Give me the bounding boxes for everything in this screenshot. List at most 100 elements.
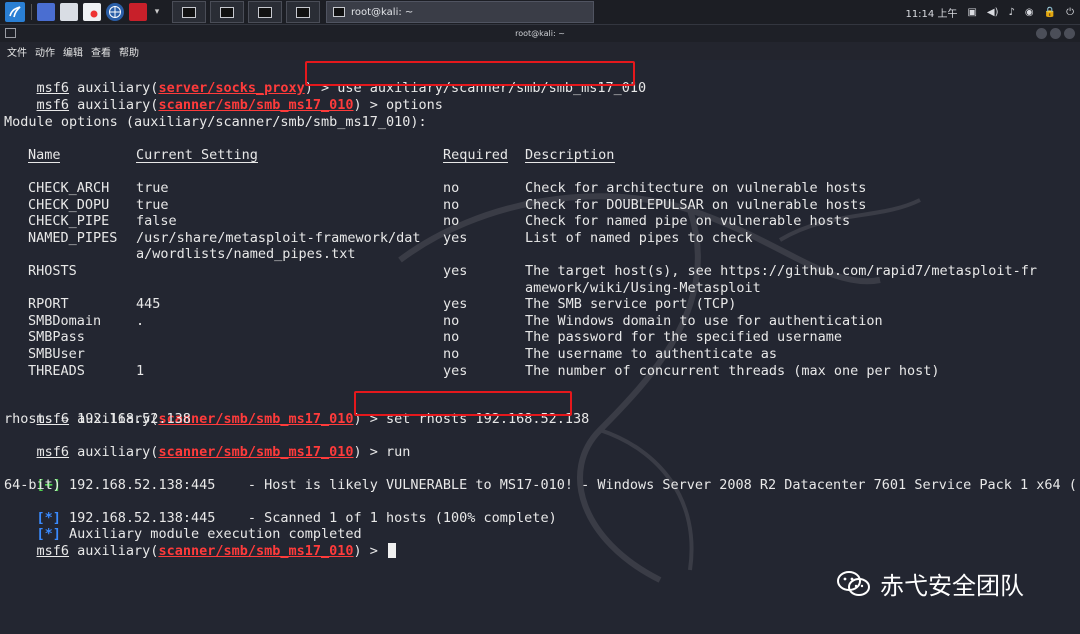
wechat-watermark: 赤弋安全团队: [836, 566, 1024, 601]
option-row: SMBPass no The password for the specified …: [4, 329, 1074, 345]
menu-help[interactable]: 帮助: [119, 44, 139, 59]
text-editor-icon[interactable]: [83, 3, 101, 21]
watermark-text: 赤弋安全团队: [880, 572, 1024, 600]
header-underline: [443, 162, 508, 163]
prompt-post: ) >: [353, 97, 387, 113]
option-name: RPORT: [28, 296, 69, 312]
option-row: CHECK_ARCH true no Check for architecture o…: [4, 180, 1074, 196]
minimize-button[interactable]: [1036, 28, 1047, 39]
option-required: yes: [443, 263, 468, 279]
menu-action[interactable]: 动作: [35, 44, 55, 59]
option-setting: true: [136, 197, 169, 213]
option-description-cont: amework/wiki/Using-Metasploit: [525, 280, 761, 296]
prompt-pre: auxiliary(: [69, 97, 159, 113]
power-icon[interactable]: ⏻: [1066, 7, 1074, 18]
prompt-line-run: msf6 auxiliary(scanner/smb/smb_ms17_010)…: [4, 428, 411, 460]
option-required: yes: [443, 230, 468, 246]
prompt-msf6: msf6: [36, 444, 70, 460]
option-row: NAMED_PIPES/usr/share/metasploit-framewo…: [4, 230, 1074, 246]
command-options: options: [386, 97, 443, 113]
header-name: Name: [28, 147, 61, 163]
option-row: CHECK_DOPU true no Check for DOUBLEPULSAR o…: [4, 197, 1074, 213]
file-manager-icon[interactable]: [60, 3, 78, 21]
close-button[interactable]: [1064, 28, 1075, 39]
option-setting: false: [136, 213, 177, 229]
option-row: SMBDomain. no The Windows domain to use fo…: [4, 313, 1074, 329]
option-description: The SMB service port (TCP): [525, 296, 737, 312]
workspace-4[interactable]: [286, 1, 320, 23]
browser-icon[interactable]: [106, 3, 124, 21]
window-title: root@kali: ~: [515, 29, 565, 38]
option-row: RPORT 445 yes The SMB service port (TCP): [4, 296, 1074, 312]
window-titlebar: root@kali: ~: [0, 25, 1080, 42]
option-required: no: [443, 180, 460, 196]
prompt-module: scanner/smb/smb_ms17_010: [158, 543, 354, 559]
option-name: CHECK_DOPU: [28, 197, 110, 213]
option-required: yes: [443, 363, 468, 379]
notification-bell-icon[interactable]: ♪: [1009, 7, 1015, 18]
display-icon[interactable]: ▣: [967, 7, 976, 18]
option-row: CHECK_PIPE false no Check for named pipe on…: [4, 213, 1074, 229]
volume-icon[interactable]: ◀): [987, 7, 999, 18]
option-name: CHECK_ARCH: [28, 180, 110, 196]
option-description: The username to authenticate as: [525, 346, 777, 362]
option-name: NAMED_PIPES: [28, 230, 118, 246]
option-description: Check for DOUBLEPULSAR on vulnerable hos…: [525, 197, 867, 213]
header-underline: [525, 162, 615, 163]
workspace-3[interactable]: [248, 1, 282, 23]
option-required: no: [443, 313, 460, 329]
option-row-continuation: amework/wiki/Using-Metasploit: [4, 280, 1074, 296]
option-setting: true: [136, 180, 169, 196]
maximize-button[interactable]: [1050, 28, 1061, 39]
lock-icon[interactable]: 🔒: [1044, 7, 1056, 18]
network-icon[interactable]: ◉: [1025, 7, 1034, 18]
option-setting: 445: [136, 296, 161, 312]
option-setting-cont: a/wordlists/named_pipes.txt: [136, 246, 356, 262]
rhosts-output: rhosts ⇒ 192.168.52.138: [4, 411, 191, 427]
chevron-down-icon[interactable]: ▾: [152, 3, 162, 21]
option-row: THREADS 1 yes The number of concurrent thre…: [4, 363, 1074, 379]
taskbar-terminal-task[interactable]: root@kali: ~: [326, 1, 594, 23]
option-description: The Windows domain to use for authentica…: [525, 313, 883, 329]
menu-file[interactable]: 文件: [7, 44, 27, 59]
option-required: yes: [443, 296, 468, 312]
option-description: The number of concurrent threads (max on…: [525, 363, 940, 379]
option-description: Check for architecture on vulnerable hos…: [525, 180, 867, 196]
option-setting: .: [136, 313, 145, 329]
wechat-logo-icon: [837, 570, 870, 596]
option-description: The password for the specified username: [525, 329, 842, 345]
clock[interactable]: 11:14 上午: [905, 5, 957, 20]
taskbar: ▾ root@kali: ~ 11:14 上午 ▣ ◀) ♪ ◉ 🔒 ⏻: [0, 0, 1080, 25]
option-required: no: [443, 346, 460, 362]
workspace-2[interactable]: [210, 1, 244, 23]
prompt-msf6: msf6: [36, 543, 70, 559]
result-vulnerable-cont: 64-bit): [4, 477, 61, 493]
red-app-icon[interactable]: [129, 3, 147, 21]
option-description: Check for named pipe on vulnerable hosts: [525, 213, 851, 229]
window-terminal-icon: [5, 28, 16, 38]
result-scanned: [*] 192.168.52.138:445 - Scanned 1 of 1 …: [4, 494, 557, 526]
option-row: SMBUser no The username to authenticate as: [4, 346, 1074, 362]
result-text: 192.168.52.138:445 - Host is likely VULN…: [60, 477, 1077, 493]
menu-edit[interactable]: 编辑: [63, 44, 83, 59]
option-name: SMBDomain: [28, 313, 102, 329]
prompt-line-2: msf6 auxiliary(scanner/smb/smb_ms17_010)…: [4, 81, 443, 113]
kali-menu-icon[interactable]: [5, 2, 25, 22]
desktop-icon[interactable]: [37, 3, 55, 21]
header-setting: Current Setting: [136, 147, 258, 163]
workspace-1[interactable]: [172, 1, 206, 23]
menu-view[interactable]: 查看: [91, 44, 111, 59]
command-run: run: [386, 444, 411, 460]
option-name: SMBUser: [28, 346, 85, 362]
prompt-pre: auxiliary(: [69, 543, 159, 559]
header-description: Description: [525, 147, 615, 163]
system-tray: 11:14 上午 ▣ ◀) ♪ ◉ 🔒 ⏻: [895, 0, 1074, 24]
terminal-icon: [333, 7, 345, 17]
prompt-post: ) >: [353, 444, 387, 460]
option-required: no: [443, 329, 460, 345]
terminal-output[interactable]: msf6 auxiliary(server/socks_proxy) > use…: [0, 60, 1080, 634]
option-name: SMBPass: [28, 329, 85, 345]
header-underline: [136, 162, 258, 163]
prompt-msf6: msf6: [36, 97, 70, 113]
option-setting: /usr/share/metasploit-framework/dat: [136, 230, 421, 246]
